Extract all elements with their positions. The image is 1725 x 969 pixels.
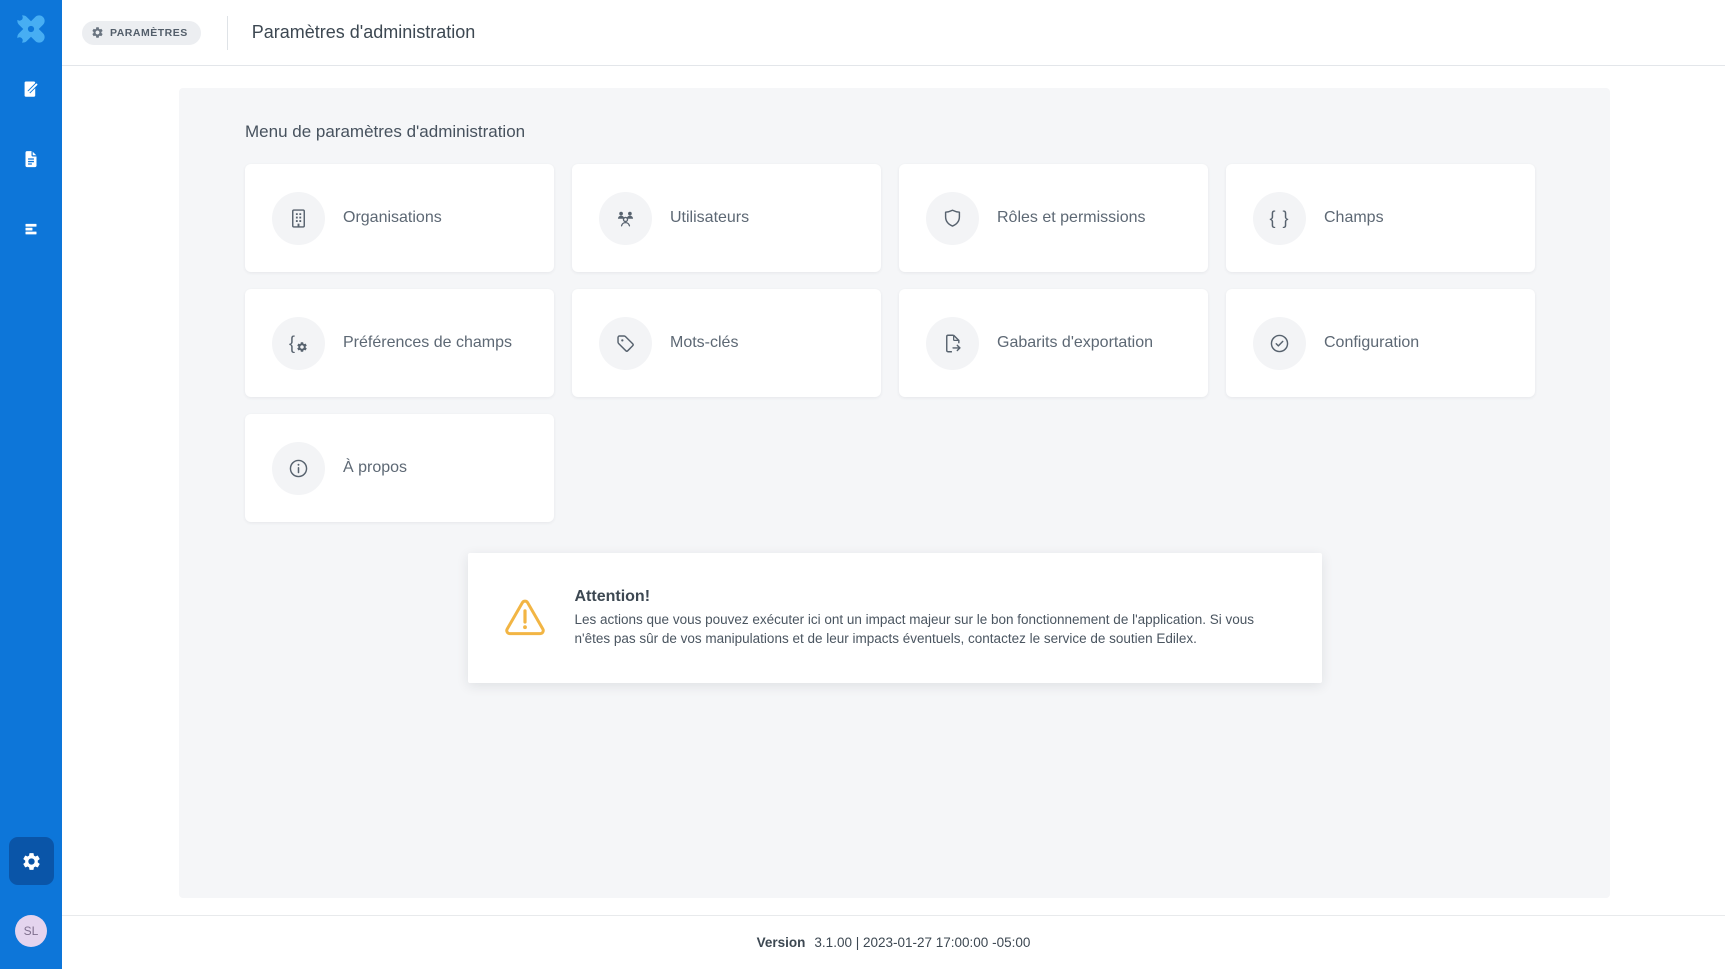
warning-card: Attention! Les actions que vous pouvez e…	[468, 553, 1322, 683]
gear-icon	[21, 851, 42, 872]
warning-title: Attention!	[575, 588, 1282, 606]
menu-card-label: Gabarits d'exportation	[997, 334, 1153, 352]
sidebar-item-edit-document[interactable]	[0, 72, 62, 106]
main-content: Menu de paramètres d'administration Orga…	[62, 67, 1725, 915]
edit-document-icon	[20, 78, 42, 100]
menu-card-a-propos[interactable]: À propos	[245, 414, 554, 522]
menu-card-label: Préférences de champs	[343, 334, 512, 352]
menu-card-label: Utilisateurs	[670, 209, 749, 227]
check-circle-icon	[1253, 317, 1306, 370]
menu-card-champs[interactable]: { } Champs	[1226, 164, 1535, 272]
sidebar-bottom: SL	[9, 837, 54, 969]
settings-button[interactable]	[9, 837, 54, 885]
user-avatar[interactable]: SL	[15, 915, 47, 947]
menu-card-roles-permissions[interactable]: Rôles et permissions	[899, 164, 1208, 272]
settings-panel: Menu de paramètres d'administration Orga…	[179, 88, 1610, 898]
tag-icon	[599, 317, 652, 370]
menu-card-utilisateurs[interactable]: Utilisateurs	[572, 164, 881, 272]
footer-version: Version 3.1.00 | 2023-01-27 17:00:00 -05:…	[62, 935, 1725, 950]
breadcrumb[interactable]: PARAMÈTRES	[82, 21, 201, 45]
menu-card-organisations[interactable]: Organisations	[245, 164, 554, 272]
export-icon	[926, 317, 979, 370]
building-icon	[272, 192, 325, 245]
top-bar: PARAMÈTRES Paramètres d'administration	[62, 0, 1725, 66]
bars-icon	[20, 218, 42, 240]
version-label: Version	[757, 935, 806, 950]
menu-card-label: Mots-clés	[670, 334, 738, 352]
braces-icon: { }	[1253, 192, 1306, 245]
warning-text: Attention! Les actions que vous pouvez e…	[575, 588, 1282, 649]
gear-icon	[91, 26, 104, 39]
footer-divider	[62, 915, 1725, 916]
header-divider	[227, 16, 228, 50]
file-invoice-icon	[20, 148, 42, 170]
breadcrumb-label: PARAMÈTRES	[110, 27, 188, 39]
page-title: Paramètres d'administration	[252, 22, 476, 43]
info-circle-icon	[272, 442, 325, 495]
sidebar-item-documents[interactable]	[0, 142, 62, 176]
sidebar-nav	[0, 72, 62, 282]
menu-card-gabarits-exportation[interactable]: Gabarits d'exportation	[899, 289, 1208, 397]
braces-gear-icon: {	[272, 317, 325, 370]
app-logo-icon[interactable]	[11, 9, 51, 49]
section-title: Menu de paramètres d'administration	[245, 121, 1544, 143]
menu-card-label: Organisations	[343, 209, 442, 227]
menu-card-mots-cles[interactable]: Mots-clés	[572, 289, 881, 397]
menu-card-label: Configuration	[1324, 334, 1419, 352]
menu-card-label: À propos	[343, 459, 407, 477]
sidebar-item-list[interactable]	[0, 212, 62, 246]
version-value: 3.1.00 | 2023-01-27 17:00:00 -05:00	[814, 935, 1030, 950]
users-icon	[599, 192, 652, 245]
menu-card-label: Champs	[1324, 209, 1384, 227]
menu-card-label: Rôles et permissions	[997, 209, 1146, 227]
warning-body: Les actions que vous pouvez exécuter ici…	[575, 611, 1282, 649]
sidebar: SL	[0, 0, 62, 969]
menu-card-configuration[interactable]: Configuration	[1226, 289, 1535, 397]
settings-menu-grid: Organisations Utilisateurs Rôles et perm…	[245, 164, 1544, 522]
menu-card-preferences-champs[interactable]: { Préférences de champs	[245, 289, 554, 397]
shield-icon	[926, 192, 979, 245]
warning-triangle-icon	[501, 594, 549, 642]
